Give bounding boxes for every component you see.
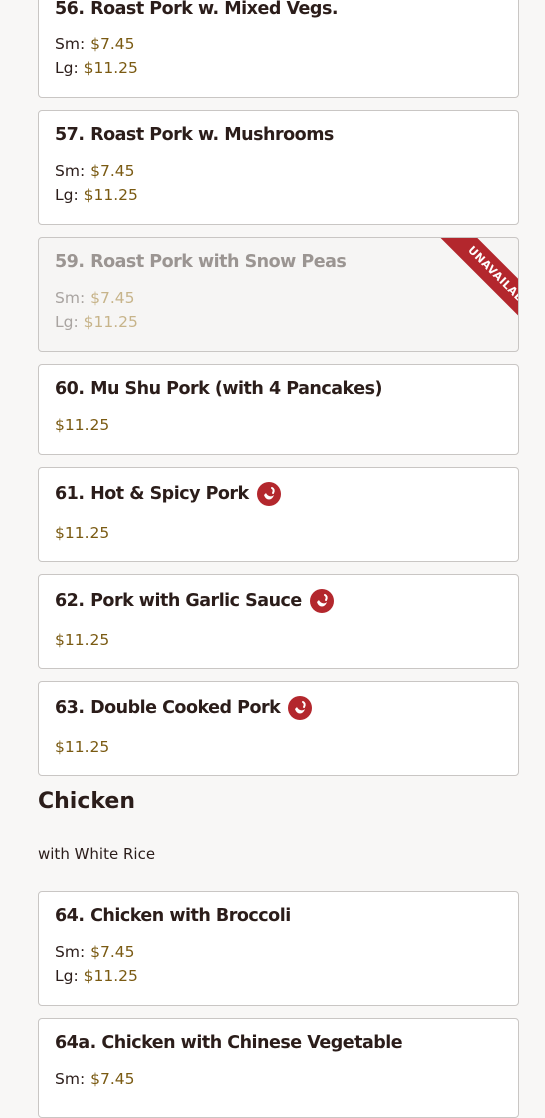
size-label: Lg: [55,186,79,204]
menu-item-title-row: 62. Pork with Garlic Sauce [55,589,334,613]
size-label: Sm: [55,35,86,53]
menu-item-title-row: 63. Double Cooked Pork [55,696,313,720]
menu-item-card[interactable]: 57. Roast Pork w. Mushrooms Sm: $7.45 Lg… [38,110,519,225]
menu-item-name: 57. Roast Pork w. Mushrooms [55,125,334,145]
unavailable-ribbon: UNAVAILABLE [423,238,518,333]
menu-item-name: 60. Mu Shu Pork (with 4 Pancakes) [55,379,383,399]
price: $7.45 [90,162,135,180]
menu-item-price: $11.25 [55,416,109,434]
menu-item-small-price: Sm: $7.45 [55,1070,134,1088]
size-label: Lg: [55,59,79,77]
menu-item-name: 61. Hot & Spicy Pork [55,484,249,504]
price: $11.25 [83,313,138,331]
menu-item-price: $11.25 [55,631,109,649]
menu-item-small-price: Sm: $7.45 [55,162,134,180]
size-label: Lg: [55,967,79,985]
menu-item-large-price: Lg: $11.25 [55,967,138,985]
price: $11.25 [55,631,110,649]
menu-item-card[interactable]: 60. Mu Shu Pork (with 4 Pancakes) $11.25 [38,364,519,455]
menu-item-large-price: Lg: $11.25 [55,186,138,204]
menu-item-price: $11.25 [55,524,109,542]
spicy-pepper-icon [288,696,313,720]
size-label: Sm: [55,943,86,961]
unavailable-badge: UNAVAILABLE [435,238,518,333]
menu-item-card[interactable]: 63. Double Cooked Pork $11.25 [38,681,519,776]
price: $7.45 [90,289,135,307]
menu-item-card-unavailable[interactable]: 59. Roast Pork with Snow Peas Sm: $7.45 … [38,237,519,352]
menu-item-small-price: Sm: $7.45 [55,943,134,961]
menu-item-name: 64a. Chicken with Chinese Vegetable [55,1033,403,1053]
size-label: Lg: [55,313,79,331]
menu-item-name: 62. Pork with Garlic Sauce [55,591,302,611]
price: $11.25 [55,416,110,434]
price: $7.45 [90,1070,135,1088]
price: $11.25 [55,524,110,542]
section-subtitle: with White Rice [38,845,156,863]
size-label: Sm: [55,1070,86,1088]
price: $11.25 [83,967,138,985]
price: $7.45 [90,35,135,53]
menu-item-card[interactable]: 62. Pork with Garlic Sauce $11.25 [38,574,519,669]
size-label: Sm: [55,289,86,307]
menu-item-price: $11.25 [55,738,109,756]
price: $11.25 [83,186,138,204]
menu-item-small-price: Sm: $7.45 [55,289,134,307]
price: $7.45 [90,943,135,961]
menu-item-large-price: Lg: $11.25 [55,313,138,331]
price: $11.25 [55,738,110,756]
menu-item-title-row: 61. Hot & Spicy Pork [55,482,281,506]
menu-item-card[interactable]: 64a. Chicken with Chinese Vegetable Sm: … [38,1018,519,1118]
menu-item-name: 64. Chicken with Broccoli [55,906,291,926]
menu-item-small-price: Sm: $7.45 [55,35,134,53]
menu-item-large-price: Lg: $11.25 [55,59,138,77]
menu-item-card[interactable]: 61. Hot & Spicy Pork $11.25 [38,467,519,562]
menu-item-card[interactable]: 64. Chicken with Broccoli Sm: $7.45 Lg: … [38,891,519,1006]
price: $11.25 [83,59,138,77]
menu-item-name: 59. Roast Pork with Snow Peas [55,252,347,272]
menu-item-name: 63. Double Cooked Pork [55,698,281,718]
size-label: Sm: [55,162,86,180]
menu-item-card[interactable]: 56. Roast Pork w. Mixed Vegs. Sm: $7.45 … [38,0,519,98]
section-title: Chicken [38,789,136,814]
spicy-pepper-icon [256,482,281,506]
spicy-pepper-icon [309,589,334,613]
menu-item-name: 56. Roast Pork w. Mixed Vegs. [55,0,339,19]
